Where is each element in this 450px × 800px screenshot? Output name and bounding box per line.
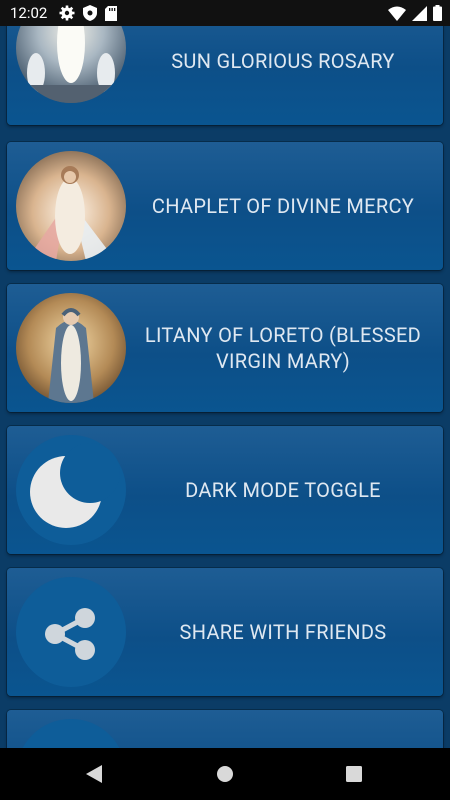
menu-item-label: DARK MODE TOGGLE bbox=[185, 478, 381, 502]
navigation-bar bbox=[0, 748, 450, 800]
share-icon bbox=[16, 577, 126, 687]
menu-item-label: SHARE WITH FRIENDS bbox=[179, 620, 387, 644]
menu-item-next[interactable] bbox=[7, 710, 443, 748]
wifi-icon bbox=[388, 6, 406, 21]
menu-item-share[interactable]: SHARE WITH FRIENDS bbox=[7, 568, 443, 696]
divine-mercy-image bbox=[16, 151, 126, 261]
menu-item-label: CHAPLET OF DIVINE MERCY bbox=[151, 194, 415, 218]
menu-item-divine-mercy[interactable]: CHAPLET OF DIVINE MERCY bbox=[7, 142, 443, 270]
status-bar: 12:02 bbox=[0, 0, 450, 26]
menu-item-label: LITANY OF LORETO (BLESSED VIRGIN MARY) bbox=[144, 323, 422, 373]
virgin-mary-image bbox=[16, 293, 126, 403]
menu-item-dark-mode[interactable]: DARK MODE TOGGLE bbox=[7, 426, 443, 554]
battery-icon bbox=[433, 5, 442, 21]
menu-list: SUN GLORIOUS ROSARY CHAPLET OF DIVINE ME… bbox=[0, 0, 450, 748]
shield-icon bbox=[83, 5, 97, 21]
recents-icon[interactable] bbox=[346, 766, 362, 782]
menu-item-litany-loreto[interactable]: LITANY OF LORETO (BLESSED VIRGIN MARY) bbox=[7, 284, 443, 412]
sdcard-icon bbox=[105, 5, 117, 21]
gear-icon bbox=[59, 5, 75, 21]
home-icon[interactable] bbox=[216, 765, 234, 783]
signal-icon bbox=[412, 5, 427, 21]
back-icon[interactable] bbox=[86, 765, 102, 783]
moon-icon bbox=[16, 435, 126, 545]
status-time: 12:02 bbox=[10, 4, 48, 22]
menu-item-label bbox=[129, 710, 437, 748]
partial-circle bbox=[16, 719, 126, 748]
